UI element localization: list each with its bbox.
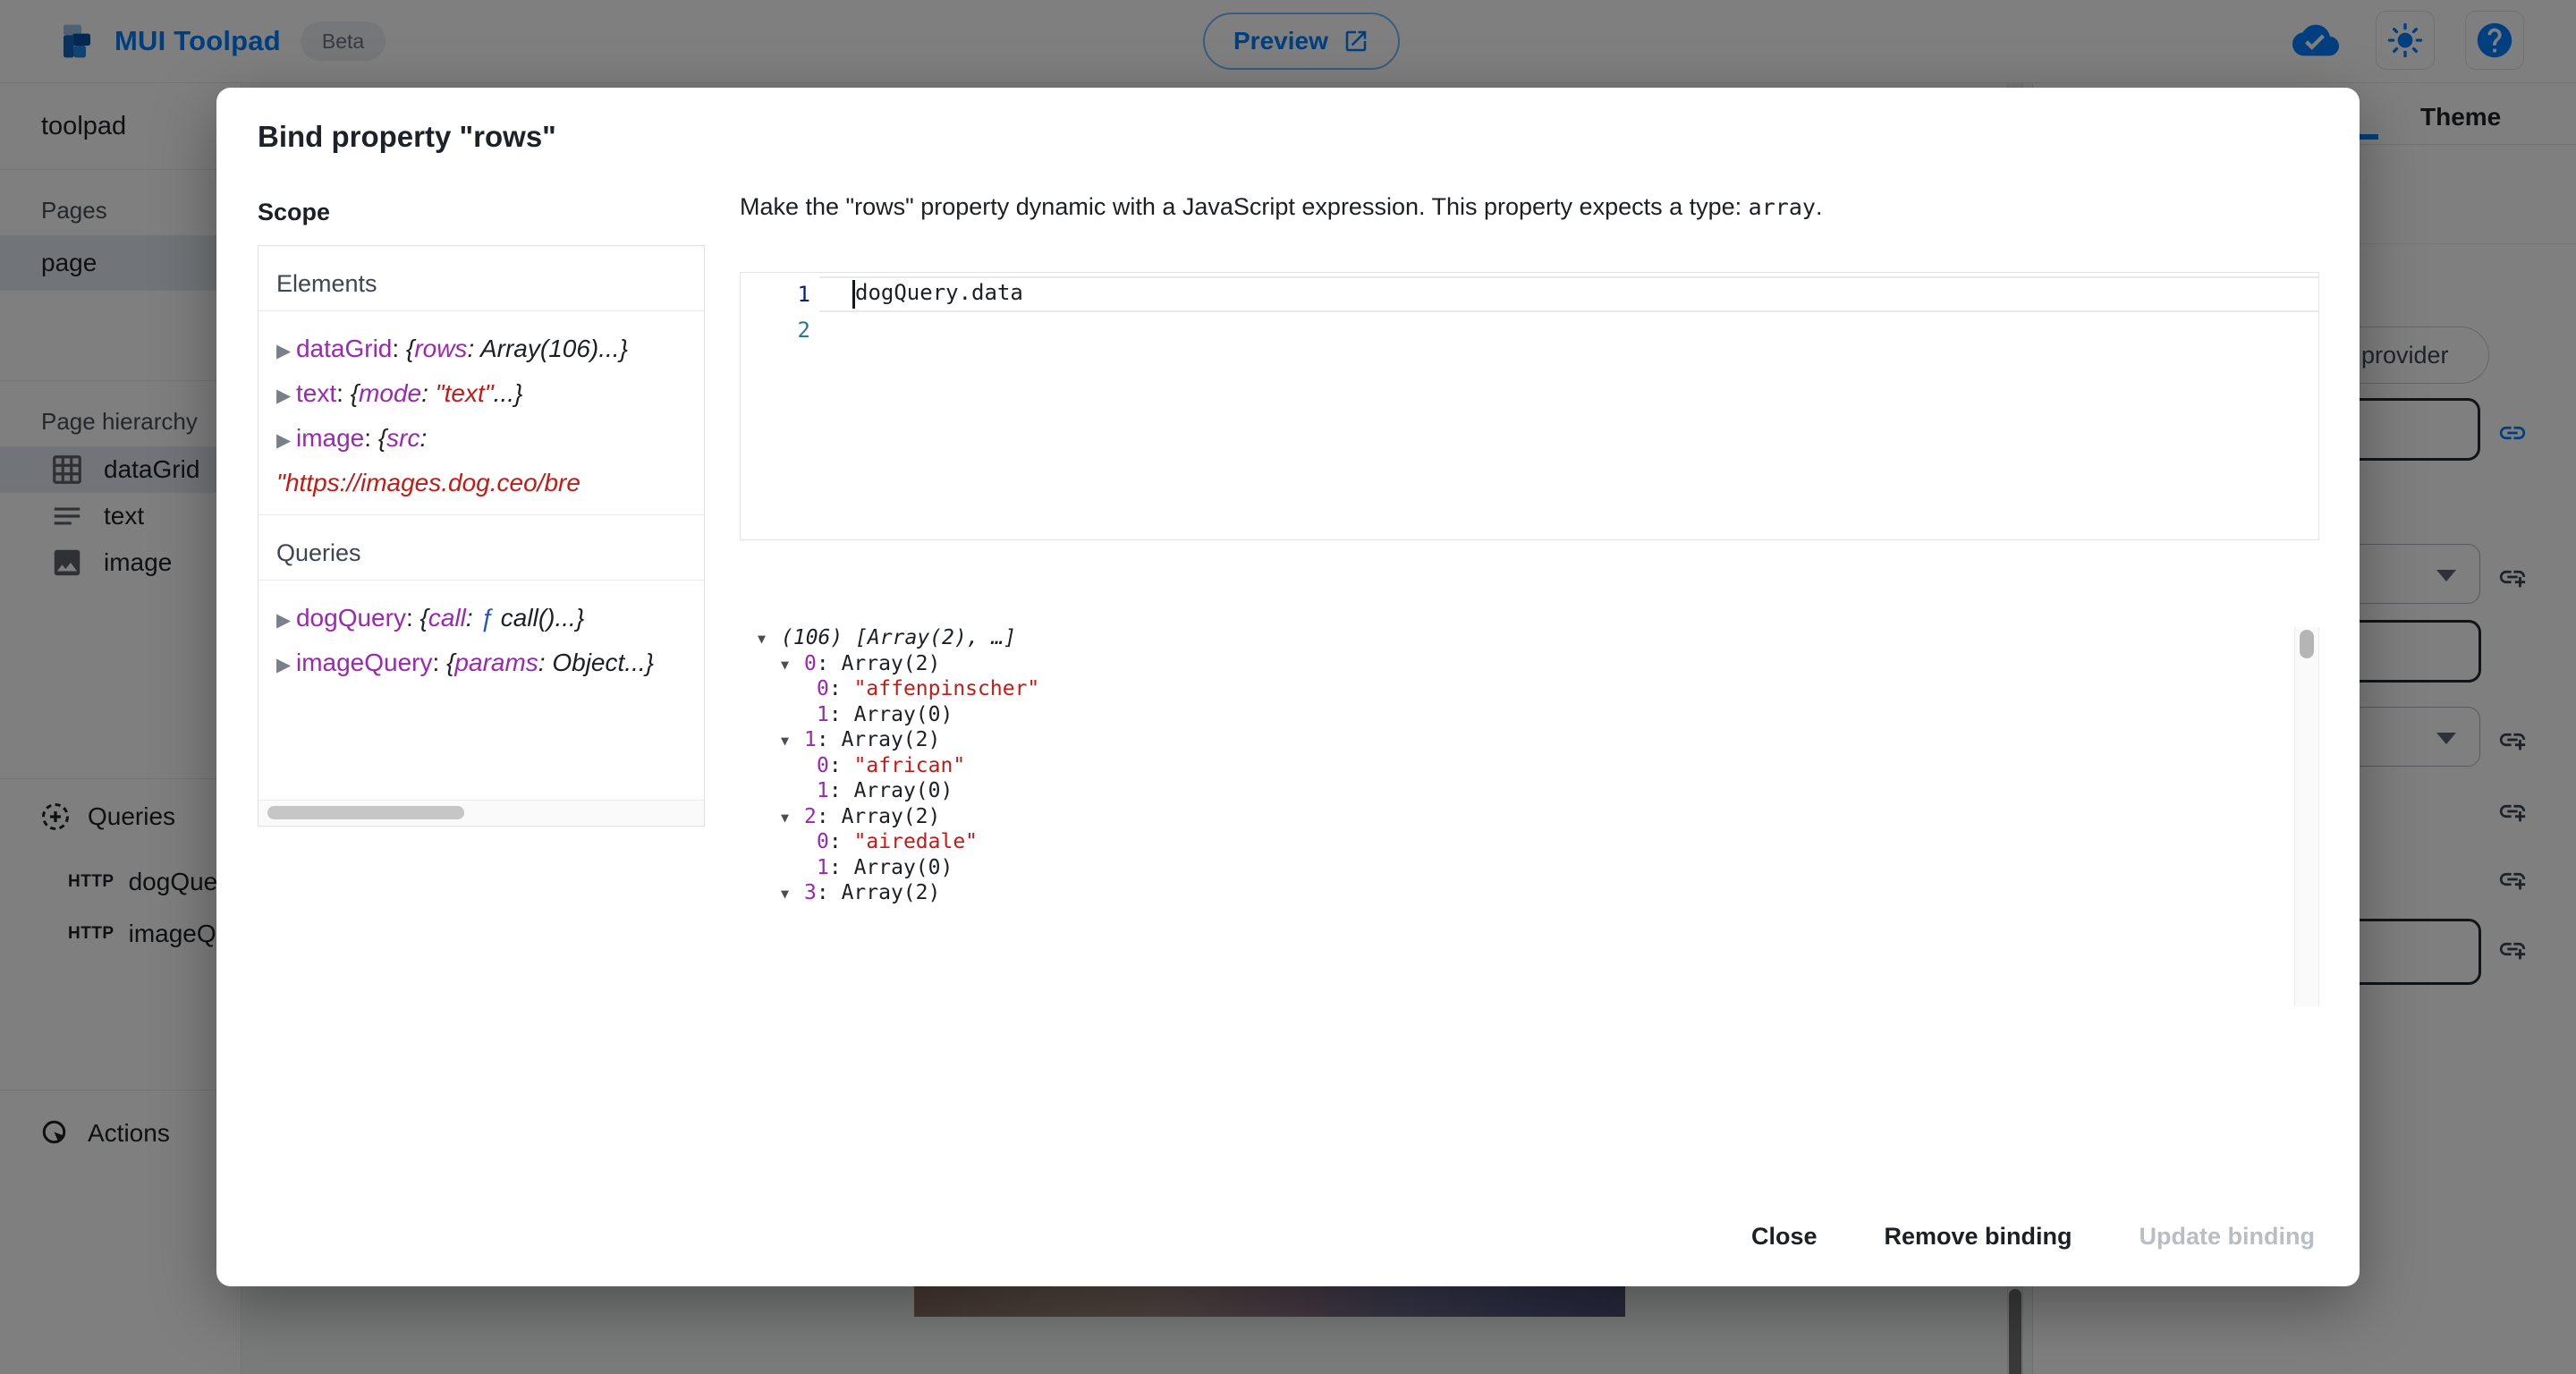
text-cursor: [852, 280, 855, 309]
editor-code-line[interactable]: dogQuery.data: [819, 276, 2318, 312]
result-scrollbar[interactable]: [2294, 627, 2319, 1006]
result-tree-line[interactable]: ▼3: Array(2): [740, 880, 2319, 906]
result-tree-line[interactable]: 0: "affenpinscher": [740, 676, 2319, 702]
result-scrollbar-thumb[interactable]: [2300, 630, 2314, 658]
spacer: [258, 697, 704, 800]
result-tree-line[interactable]: ▼(106) [Array(2), …]: [740, 625, 2319, 651]
result-tree-line[interactable]: ▼2: Array(2): [740, 804, 2319, 830]
expand-arrow-icon[interactable]: ▼: [781, 805, 804, 831]
elements-header: Elements: [258, 246, 704, 311]
scope-horizontal-scrollbar[interactable]: [258, 800, 704, 826]
evaluation-result-tree[interactable]: ▼(106) [Array(2), …]▼0: Array(2)0: "affe…: [740, 625, 2319, 920]
code-text: dogQuery.data: [855, 280, 1023, 305]
update-binding-button[interactable]: Update binding: [2131, 1210, 2324, 1263]
scope-label: Scope: [258, 199, 330, 226]
line-number: 1: [741, 276, 819, 312]
editor-line-2[interactable]: 2: [741, 312, 2318, 348]
expression-editor[interactable]: 1 dogQuery.data 2: [740, 272, 2319, 540]
expand-arrow-icon[interactable]: ▼: [781, 652, 804, 678]
result-tree-line[interactable]: ▼1: Array(2): [740, 727, 2319, 753]
bind-property-dialog: Bind property "rows" Scope Elements ▶ da…: [216, 88, 2360, 1286]
dialog-description: Make the "rows" property dynamic with a …: [740, 193, 2323, 221]
scope-browser: Elements ▶ dataGrid: {rows: Array(106)..…: [258, 245, 705, 827]
tree-item-imagequery[interactable]: ▶ imageQuery: {params: Object...}: [276, 641, 688, 686]
result-tree-line[interactable]: 1: Array(0): [740, 702, 2319, 728]
screen: MUI Toolpad Beta Preview: [0, 0, 2576, 1374]
dialog-title: Bind property "rows": [258, 120, 556, 154]
tree-item-datagrid[interactable]: ▶ dataGrid: {rows: Array(106)...}: [276, 327, 688, 372]
result-tree-line[interactable]: 1: Array(0): [740, 855, 2319, 881]
expand-arrow-icon[interactable]: ▼: [758, 626, 781, 652]
close-button[interactable]: Close: [1742, 1210, 1826, 1263]
queries-tree: ▶ dogQuery: {call: ƒ call()...} ▶ imageQ…: [258, 581, 704, 697]
tree-item-image[interactable]: ▶ image: {src: "https://images.dog.ceo/b…: [276, 417, 688, 504]
tree-item-text[interactable]: ▶ text: {mode: "text"...}: [276, 372, 688, 417]
result-tree-line[interactable]: 0: "airedale": [740, 829, 2319, 855]
result-tree-line[interactable]: 1: Array(0): [740, 778, 2319, 804]
result-tree-line[interactable]: ▼0: Array(2): [740, 651, 2319, 677]
expand-arrow-icon[interactable]: ▼: [781, 728, 804, 754]
result-tree-line[interactable]: 0: "african": [740, 753, 2319, 779]
line-number: 2: [741, 312, 819, 348]
remove-binding-button[interactable]: Remove binding: [1876, 1210, 2081, 1263]
scope-scrollbar-thumb[interactable]: [267, 806, 464, 819]
editor-code-line[interactable]: [819, 312, 2318, 348]
dialog-actions: Close Remove binding Update binding: [1742, 1210, 2324, 1263]
editor-line-1[interactable]: 1 dogQuery.data: [741, 276, 2318, 312]
expand-arrow-icon[interactable]: ▼: [781, 881, 804, 907]
queries-header: Queries: [258, 514, 704, 581]
elements-tree: ▶ dataGrid: {rows: Array(106)...} ▶ text…: [258, 311, 704, 514]
tree-item-dogquery[interactable]: ▶ dogQuery: {call: ƒ call()...}: [276, 597, 688, 641]
